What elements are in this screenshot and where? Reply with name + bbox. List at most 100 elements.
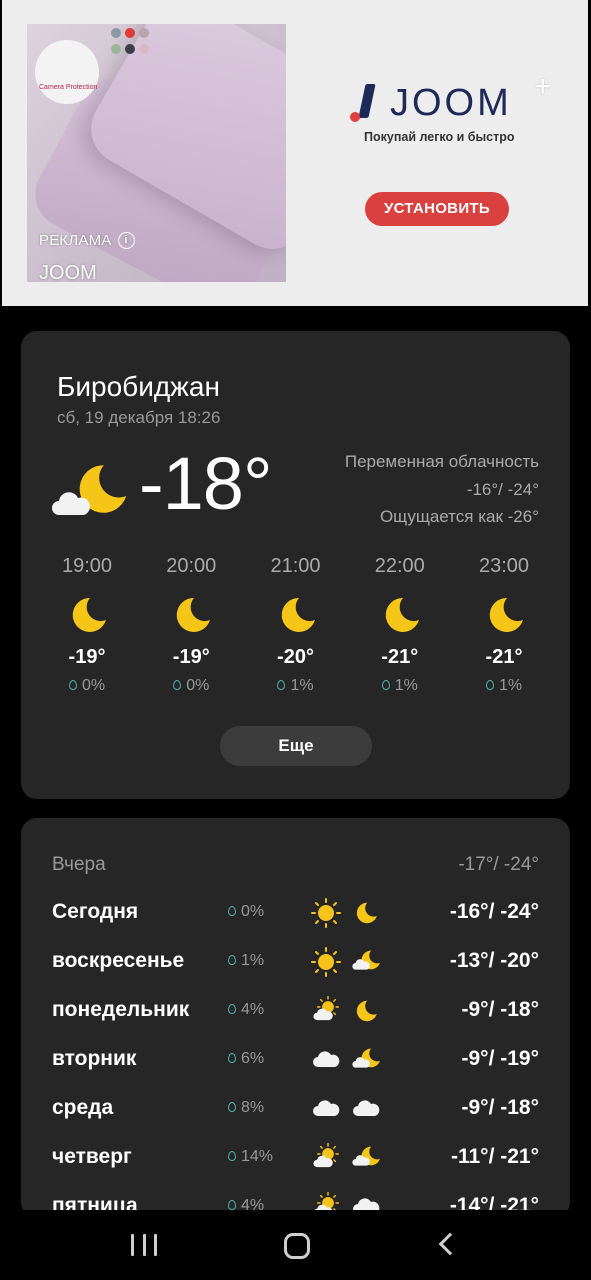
- day-name: четверг: [52, 1145, 132, 1168]
- droplet-icon: [228, 1151, 236, 1161]
- joom-logo: JOOM: [350, 82, 512, 125]
- day-name: понедельник: [52, 998, 190, 1021]
- ad-label: РЕКЛАМА i: [39, 232, 135, 249]
- daily-row[interactable]: четверг 14% -11°/ -21°: [21, 1143, 570, 1185]
- home-icon[interactable]: [284, 1233, 310, 1259]
- ad-image-caption: Camera Protection: [39, 84, 98, 91]
- daily-row[interactable]: среда 8% -9°/ -18°: [21, 1096, 570, 1136]
- sun-icon: [311, 898, 341, 933]
- yesterday-temperature: -17°/ -24°: [458, 854, 539, 875]
- hour-precipitation: 0%: [35, 677, 139, 695]
- ad-brand-name: JOOM: [39, 262, 97, 282]
- droplet-icon: [228, 1004, 236, 1014]
- day-name: воскресенье: [52, 949, 185, 972]
- hour-temperature: -19°: [172, 646, 210, 668]
- droplet-icon: [68, 680, 77, 690]
- cloud-icon: [351, 1094, 381, 1129]
- high-low-temperature: -16°/ -24°: [466, 480, 539, 499]
- info-icon[interactable]: i: [117, 232, 135, 249]
- color-swatch: [139, 28, 149, 38]
- droplet-icon: [228, 1053, 236, 1063]
- color-swatch: [125, 44, 135, 54]
- hourly-item: 22:00 -21° 1%: [348, 555, 452, 695]
- ad-tagline: Покупай легко и быстро: [364, 130, 515, 144]
- hour-precipitation: 1%: [452, 677, 556, 695]
- cloudy-night-icon: [351, 947, 381, 982]
- moon-icon: [351, 898, 381, 933]
- joom-logo-text: JOOM: [390, 82, 512, 124]
- daily-row[interactable]: понедельник 4% -9°/ -18°: [21, 996, 570, 1038]
- hour-time: 21:00: [270, 555, 321, 577]
- recent-apps-icon[interactable]: [131, 1234, 157, 1256]
- day-precipitation: 1%: [228, 952, 264, 970]
- hourly-item: 21:00 -20° 1%: [244, 555, 348, 695]
- moon-icon: [485, 595, 525, 640]
- day-temperature: -9°/ -18°: [461, 1096, 540, 1119]
- hourly-item: 20:00 -19° 0%: [139, 555, 243, 695]
- day-temperature: -16°/ -24°: [449, 900, 539, 923]
- hour-time: 19:00: [61, 555, 113, 577]
- day-temperature: -11°/ -21°: [450, 1145, 539, 1168]
- droplet-icon: [381, 680, 390, 690]
- hour-time: 23:00: [478, 555, 530, 577]
- hour-temperature: -21°: [485, 646, 523, 668]
- ad-label-text: РЕКЛАМА: [39, 232, 112, 249]
- day-precipitation: 8%: [228, 1099, 264, 1117]
- more-button[interactable]: Еще: [220, 726, 372, 766]
- daily-row[interactable]: Сегодня 0% -16°/ -24°: [21, 900, 570, 940]
- cloudy-night-icon: [351, 1143, 381, 1178]
- color-swatch: [125, 28, 135, 38]
- day-name: среда: [52, 1096, 114, 1119]
- day-name: Сегодня: [52, 900, 139, 923]
- ad-image[interactable]: Camera Protection РЕКЛАМА i JOOM: [27, 24, 286, 282]
- cloudy-night-icon: [351, 1045, 381, 1080]
- moon-icon: [277, 595, 317, 640]
- yesterday-label: Вчера: [52, 854, 106, 875]
- droplet-icon: [228, 1200, 236, 1210]
- current-weather-card[interactable]: Биробиджан сб, 19 декабря 18:26 -18° Пер…: [21, 331, 570, 799]
- day-name: вторник: [52, 1047, 137, 1070]
- daily-forecast-card[interactable]: Вчера -17°/ -24° Сегодня 0% -16°/ -24° в…: [21, 818, 570, 1218]
- day-temperature: -13°/ -20°: [449, 949, 539, 972]
- droplet-icon: [228, 1102, 236, 1112]
- day-precipitation: 4%: [228, 1001, 264, 1019]
- hour-temperature: -19°: [68, 646, 106, 668]
- color-swatch: [139, 44, 149, 54]
- hourly-forecast[interactable]: 19:00 -19° 0% 20:00 -19° 0% 21:00 -20° 1…: [35, 555, 556, 695]
- plus-icon: +: [534, 70, 552, 103]
- ad-banner[interactable]: Camera Protection РЕКЛАМА i JOOM + JOOM …: [2, 0, 588, 306]
- system-navigation-bar: [0, 1210, 591, 1280]
- moon-icon: [172, 595, 212, 640]
- city-name: Биробиджан: [57, 371, 220, 402]
- hour-precipitation: 1%: [348, 677, 452, 695]
- moon-icon: [351, 996, 381, 1031]
- day-precipitation: 14%: [228, 1148, 273, 1166]
- hour-time: 20:00: [166, 555, 217, 577]
- hourly-item: 23:00 -21° 1%: [452, 555, 556, 695]
- sun-icon: [311, 947, 341, 982]
- droplet-icon: [485, 680, 494, 690]
- cloud-icon: [311, 1045, 341, 1080]
- daily-row[interactable]: вторник 6% -9°/ -19°: [21, 1047, 570, 1087]
- weather-condition: Переменная облачность: [344, 452, 539, 471]
- day-precipitation: 0%: [228, 903, 264, 921]
- partly-cloudy-day-icon: [311, 996, 341, 1031]
- droplet-icon: [173, 680, 182, 690]
- install-button[interactable]: УСТАНОВИТЬ: [365, 192, 509, 226]
- daily-row[interactable]: воскресенье 1% -13°/ -20°: [21, 949, 570, 989]
- back-icon[interactable]: [438, 1232, 462, 1256]
- current-datetime: сб, 19 декабря 18:26: [57, 408, 221, 427]
- hour-temperature: -21°: [381, 646, 419, 668]
- color-swatch: [111, 44, 121, 54]
- day-temperature: -9°/ -18°: [461, 998, 540, 1021]
- day-temperature: -9°/ -19°: [461, 1047, 540, 1070]
- joom-logo-icon: [350, 83, 380, 124]
- hourly-item: 19:00 -19° 0%: [35, 555, 139, 695]
- moon-icon: [381, 595, 421, 640]
- moon-icon: [68, 595, 108, 640]
- hour-temperature: -20°: [277, 646, 314, 668]
- current-temperature: -18°: [139, 442, 273, 525]
- partly-cloudy-night-icon: [51, 459, 131, 526]
- feels-like: Ощущается как -26°: [379, 507, 539, 526]
- droplet-icon: [228, 955, 236, 965]
